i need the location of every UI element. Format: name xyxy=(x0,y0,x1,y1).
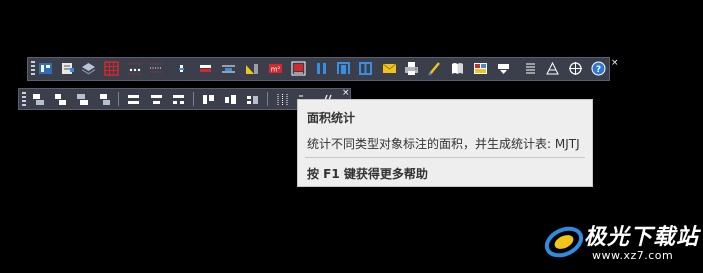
dimension-icon[interactable] xyxy=(244,61,259,76)
svg-text:?: ? xyxy=(596,65,601,75)
door-frame-icon[interactable] xyxy=(336,61,351,76)
equal-spacing-icon[interactable] xyxy=(275,92,290,107)
tooltip-help-hint: 按 F1 键获得更多帮助 xyxy=(307,167,428,181)
pillar-pair-icon[interactable] xyxy=(314,61,329,76)
align-top-2-icon[interactable] xyxy=(223,92,238,107)
download-icon[interactable] xyxy=(496,61,511,76)
main-toolbar: m² ? × xyxy=(27,57,619,81)
dotted-grid-icon[interactable] xyxy=(127,61,142,76)
align-top-1-icon[interactable] xyxy=(201,92,216,107)
dotted-lines-icon[interactable] xyxy=(148,61,163,76)
layers-stack-icon[interactable] xyxy=(81,61,96,76)
list-lines-icon[interactable] xyxy=(523,61,538,76)
crosshair-icon[interactable] xyxy=(568,61,583,76)
tooltip-title: 面积统计 xyxy=(307,111,356,125)
watermark-url: www.xz7.com xyxy=(592,249,674,262)
help-icon[interactable]: ? xyxy=(591,61,606,76)
distribute-h-2-icon[interactable] xyxy=(149,92,164,107)
tooltip: 面积统计 统计不同类型对象标注的面积，并生成统计表: MJTJ 按 F1 键获得… xyxy=(297,99,593,187)
cad-workspace: m² ? × × 面积统计 统计不同类型对象标注的面积，并生成统计表: MJTJ… xyxy=(0,0,703,273)
watermark-swirl-icon xyxy=(544,226,584,258)
envelope-icon[interactable] xyxy=(382,61,397,76)
building-props-icon[interactable] xyxy=(38,61,53,76)
wall-icon[interactable] xyxy=(198,61,213,76)
document-edit-icon[interactable] xyxy=(60,61,75,76)
align-stack-1-icon[interactable] xyxy=(31,92,46,107)
grid-table-icon[interactable] xyxy=(104,61,119,76)
toolbar-separator xyxy=(193,92,194,106)
book-icon[interactable] xyxy=(450,61,465,76)
align-top-3-icon[interactable] xyxy=(245,92,260,107)
align-stack-3-icon[interactable] xyxy=(75,92,90,107)
printer-icon[interactable] xyxy=(404,61,419,76)
area-statistics-icon[interactable] xyxy=(291,61,306,76)
distribute-h-3-icon[interactable] xyxy=(171,92,186,107)
distribute-h-1-icon[interactable] xyxy=(126,92,141,107)
tooltip-divider xyxy=(305,157,585,158)
watermark-text: 极光下载站 xyxy=(584,225,700,250)
watermark-logo: 极光下载站 www.xz7.com xyxy=(540,210,700,270)
toolbar-grip[interactable] xyxy=(31,61,35,77)
toolbar-close-button[interactable]: × xyxy=(611,59,619,68)
tooltip-description: 统计不同类型对象标注的面积，并生成统计表: MJTJ xyxy=(307,137,580,151)
svg-text:m²: m² xyxy=(271,66,281,74)
column-icon[interactable] xyxy=(174,61,189,76)
window-frame-icon[interactable] xyxy=(358,61,373,76)
pen-icon[interactable] xyxy=(427,61,442,76)
area-m2-icon[interactable]: m² xyxy=(268,61,283,76)
toolbar-separator xyxy=(267,92,268,106)
toolbar-close-button[interactable]: × xyxy=(342,89,350,98)
toolbar-grip[interactable] xyxy=(22,92,26,106)
beam-icon[interactable] xyxy=(221,61,236,76)
align-stack-4-icon[interactable] xyxy=(97,92,112,107)
align-stack-2-icon[interactable] xyxy=(53,92,68,107)
toolbar-separator xyxy=(118,92,119,106)
color-table-icon[interactable] xyxy=(473,61,488,76)
triangle-level-icon[interactable] xyxy=(545,61,560,76)
